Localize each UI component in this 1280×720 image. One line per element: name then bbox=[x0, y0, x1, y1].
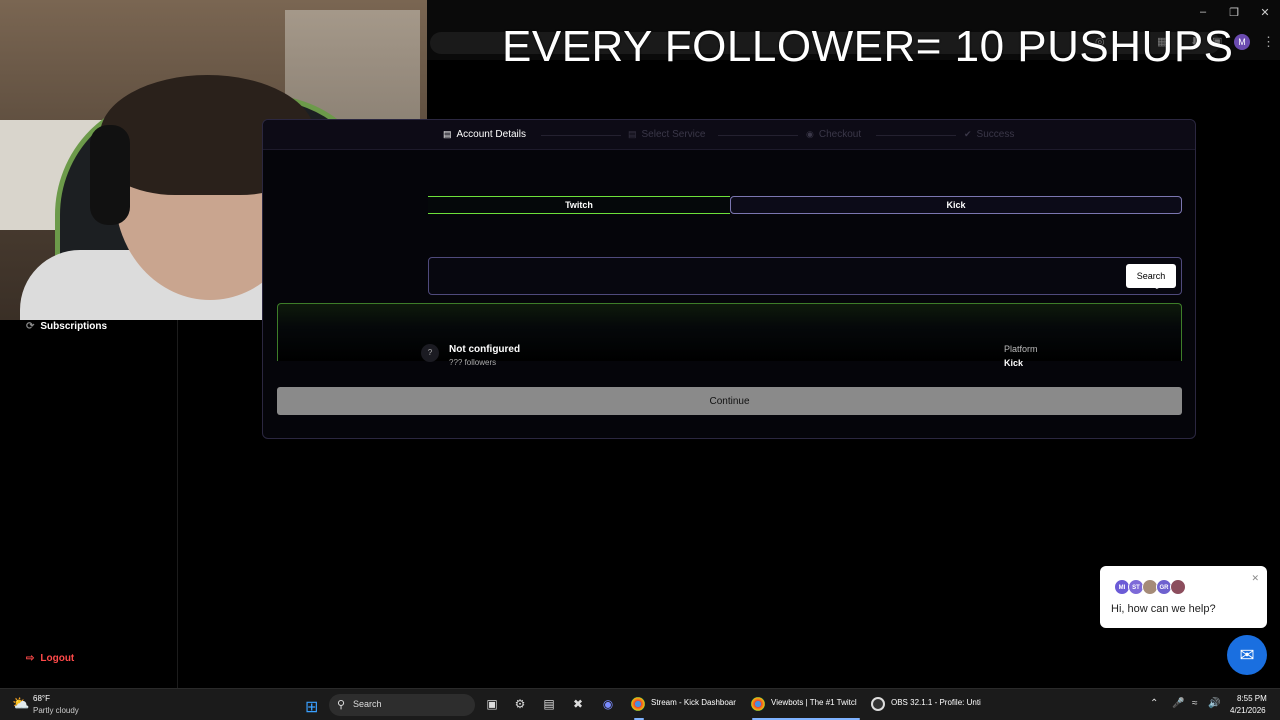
close-window-icon[interactable]: ✕ bbox=[1257, 6, 1273, 19]
continue-button[interactable]: Continue bbox=[277, 387, 1182, 415]
discord-icon[interactable]: ◉ bbox=[600, 697, 616, 711]
webcam-headset bbox=[90, 125, 130, 225]
chrome-icon bbox=[631, 697, 645, 711]
step-label: Select Service bbox=[641, 129, 706, 140]
refresh-icon: ⟳ bbox=[26, 321, 35, 332]
channel-avatar: ? bbox=[421, 344, 439, 362]
taskbar-app-obs[interactable]: OBS 32.1.1 - Profile: Unti bbox=[891, 698, 981, 707]
restore-icon[interactable]: ❐ bbox=[1226, 6, 1242, 19]
step-label: Account Details bbox=[456, 129, 526, 140]
weather-icon: ⛅ bbox=[12, 695, 30, 711]
close-icon[interactable]: ✕ bbox=[1251, 573, 1259, 584]
taskbar-app-viewbots[interactable]: Viewbots | The #1 Twitcl bbox=[771, 698, 857, 707]
platform-tabs: Twitch Kick bbox=[428, 196, 1182, 214]
minimize-icon[interactable]: – bbox=[1195, 6, 1211, 18]
windows-taskbar: ⛅ 68°F Partly cloudy ⊞ ⚲ Search ▣ ⚙ ▤ ✖ … bbox=[0, 688, 1280, 720]
search-icon: ⚲ bbox=[337, 699, 346, 711]
screen: – ❐ ✕ ◎ ▦ ⬇ ▣ M ⋮ EVERY FOLLOWER= 10 PUS… bbox=[0, 0, 1280, 720]
chrome-icon bbox=[751, 697, 765, 711]
channel-followers: ??? followers bbox=[449, 358, 497, 367]
chat-message: Hi, how can we help? bbox=[1111, 603, 1216, 615]
support-avatars: MI ST GR bbox=[1114, 579, 1186, 595]
step-connector bbox=[876, 135, 956, 136]
check-circle-icon: ✔ bbox=[964, 129, 972, 139]
sidebar-item-label: Subscriptions bbox=[40, 321, 108, 332]
clock-date[interactable]: 4/21/2026 bbox=[1230, 706, 1266, 715]
step-account-details: ▤ Account Details bbox=[443, 129, 526, 140]
file-explorer-icon[interactable]: ▤ bbox=[541, 697, 557, 711]
logout-icon: ⇨ bbox=[26, 653, 35, 664]
step-checkout: ◉ Checkout bbox=[806, 129, 861, 140]
channel-name: Not configured bbox=[449, 344, 521, 355]
step-connector bbox=[718, 135, 798, 136]
tab-twitch[interactable]: Twitch bbox=[428, 196, 730, 214]
step-label: Checkout bbox=[818, 129, 862, 140]
cart-icon: ◉ bbox=[806, 129, 814, 139]
wifi-icon[interactable]: ≈ bbox=[1192, 698, 1198, 709]
platform-value: Kick bbox=[1004, 358, 1024, 368]
wizard-stepper: ▤ Account Details ▤ Select Service ◉ Che… bbox=[263, 120, 1195, 150]
more-menu-icon[interactable]: ⋮ bbox=[1262, 34, 1275, 50]
support-chat-bubble[interactable]: MI ST GR Hi, how can we help? ✕ bbox=[1100, 566, 1267, 628]
logout-label: Logout bbox=[40, 653, 75, 664]
sidebar: ⟳ Subscriptions ⇨ Logout bbox=[0, 320, 178, 688]
xbox-icon[interactable]: ✖ bbox=[570, 697, 586, 711]
list-icon: ▤ bbox=[628, 129, 637, 139]
obs-icon bbox=[871, 697, 885, 711]
avatar bbox=[1170, 579, 1186, 595]
volume-icon[interactable]: 🔊 bbox=[1208, 698, 1220, 709]
channel-result-card: ? Not configured ??? followers Platform … bbox=[277, 303, 1182, 368]
weather-temperature[interactable]: 68°F bbox=[33, 694, 50, 703]
order-wizard-card: ▤ Account Details ▤ Select Service ◉ Che… bbox=[262, 119, 1196, 439]
microphone-icon[interactable]: 🎤 bbox=[1172, 698, 1184, 709]
settings-icon[interactable]: ⚙ bbox=[512, 697, 528, 711]
step-success: ✔ Success bbox=[964, 129, 1014, 140]
taskbar-search[interactable]: ⚲ Search bbox=[329, 694, 475, 716]
clock-time[interactable]: 8:55 PM bbox=[1237, 694, 1267, 703]
tab-kick[interactable]: Kick bbox=[730, 196, 1182, 214]
task-view-icon[interactable]: ▣ bbox=[484, 697, 500, 711]
platform-label: Platform bbox=[1004, 344, 1038, 354]
chat-icon: ✉ bbox=[1239, 645, 1255, 665]
logout-button[interactable]: ⇨ Logout bbox=[26, 653, 74, 664]
step-connector bbox=[541, 135, 621, 136]
account-icon: ▤ bbox=[443, 129, 452, 139]
taskbar-app-kick-dashboard[interactable]: Stream - Kick Dashboar bbox=[651, 698, 736, 707]
step-label: Success bbox=[976, 129, 1015, 140]
channel-search-field[interactable]: Search bbox=[428, 257, 1182, 295]
stream-overlay-banner: EVERY FOLLOWER= 10 PUSHUPS bbox=[502, 22, 1234, 71]
chevron-up-icon[interactable]: ⌃ bbox=[1150, 698, 1158, 709]
profile-avatar[interactable]: M bbox=[1234, 34, 1250, 50]
windows-start-icon[interactable]: ⊞ bbox=[305, 697, 318, 717]
sidebar-item-subscriptions[interactable]: ⟳ Subscriptions bbox=[26, 321, 107, 332]
taskbar-search-label: Search bbox=[353, 699, 382, 709]
step-select-service: ▤ Select Service bbox=[628, 129, 705, 140]
weather-description[interactable]: Partly cloudy bbox=[33, 706, 79, 715]
chat-launcher-button[interactable]: ✉ bbox=[1227, 635, 1267, 675]
